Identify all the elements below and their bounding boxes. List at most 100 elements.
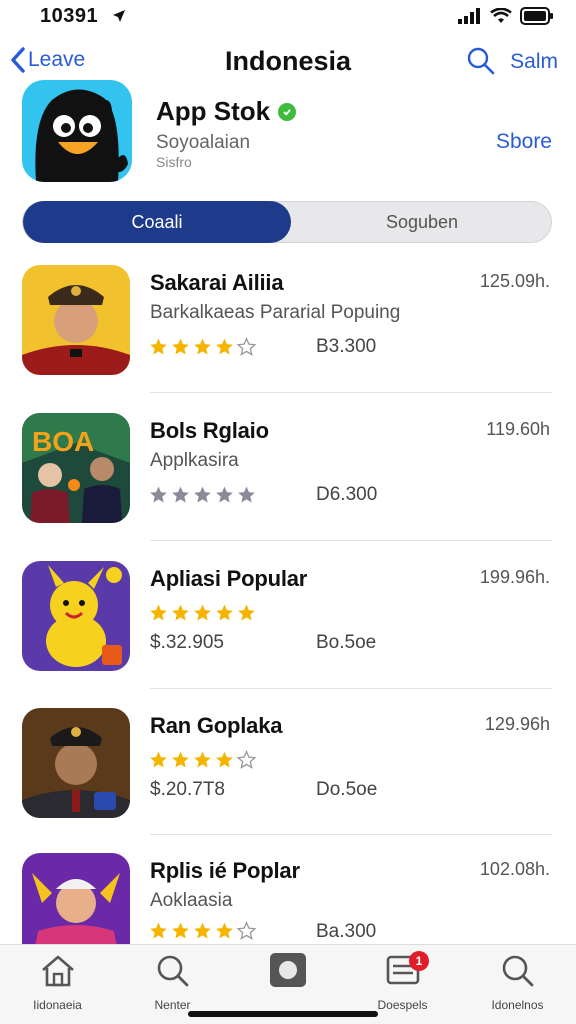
officer-portrait-icon (22, 265, 130, 375)
app-thumbnail: BOA (22, 413, 130, 523)
app-subtitle-secondary: Sisfro (156, 154, 192, 170)
svg-text:BOA: BOA (32, 426, 94, 457)
app-name: Sakarai Ailiia (150, 270, 284, 295)
back-button[interactable]: Leave (10, 46, 85, 74)
star-icon (216, 922, 233, 939)
app-name: App Stok (156, 96, 297, 127)
list-item[interactable]: Rplis ié Poplar Aoklaasia Ba.300 102.08h… (0, 853, 576, 945)
star-icon (172, 338, 189, 355)
app-subtitle: Aoklaasia (150, 890, 233, 911)
app-price: $.32.905 (150, 632, 224, 653)
app-name: Ran Goplaka (150, 713, 283, 738)
officer-portrait-icon (22, 708, 130, 818)
star-rating (148, 921, 257, 941)
star-rating (148, 337, 257, 357)
star-icon (216, 486, 233, 503)
star-icon (150, 751, 167, 768)
star-icon (172, 922, 189, 939)
app-thumbnail (22, 265, 130, 375)
tab-search-secondary[interactable]: Idonelnos (460, 953, 575, 1012)
star-icon (194, 486, 211, 503)
app-size: 102.08h. (479, 859, 550, 879)
star-rating (148, 603, 257, 623)
battery-icon (520, 7, 553, 25)
star-icon (194, 604, 211, 621)
tab-home[interactable]: Iidonaeia (0, 953, 115, 1012)
star-icon (150, 922, 167, 939)
app-subtitle: Barkalkaeas Pararial Popuing (150, 302, 401, 323)
star-icon (238, 604, 255, 621)
app-value: B3.300 (316, 336, 377, 357)
divider (150, 688, 552, 689)
wifi-icon (490, 8, 512, 23)
app-header: App Stok Soyoalaian Sisfro Sbore (0, 80, 576, 190)
app-value: Do.5oe (316, 779, 378, 800)
app-icon[interactable] (22, 80, 132, 182)
app-value: Bo.5oe (316, 632, 377, 653)
star-icon (236, 750, 257, 769)
nav-action-button[interactable]: Salm (510, 50, 558, 74)
app-subtitle: Applkasira (150, 450, 239, 471)
app-store-icon (269, 953, 306, 987)
star-rating (148, 750, 257, 770)
tab-bar: Iidonaeia Nenter 1 Doespels Idonelnos (0, 944, 576, 1024)
tab-app-store[interactable] (230, 953, 345, 998)
back-label: Leave (28, 48, 86, 71)
app-thumbnail (22, 561, 130, 671)
star-icon (150, 486, 167, 503)
status-indicators (458, 7, 554, 25)
status-time: 10391 (40, 5, 99, 27)
divider (150, 834, 552, 835)
signal-icon (458, 8, 480, 24)
status-bar: 10391 (0, 0, 576, 34)
star-icon (194, 751, 211, 768)
search-icon (157, 955, 188, 987)
yellow-creature-icon (22, 561, 130, 671)
list-item[interactable]: Sakarai Ailiia Barkalkaeas Pararial Popu… (0, 265, 576, 413)
tab-search[interactable]: Nenter (115, 953, 230, 1012)
app-name-text: App Stok (156, 96, 271, 126)
star-icon (172, 604, 189, 621)
app-size: 119.60h (486, 419, 550, 439)
location-arrow-icon (113, 10, 125, 22)
app-size: 129.96h (484, 714, 550, 734)
verified-icon (278, 102, 297, 121)
app-price: $.20.7T8 (150, 779, 225, 800)
chevron-left-icon (11, 47, 25, 73)
list-item[interactable]: BOA Bols Rglaio Applkasira D6.300 119.60… (0, 413, 576, 561)
star-icon (236, 921, 257, 940)
star-icon (216, 751, 233, 768)
star-icon (236, 337, 257, 356)
tab-label: Nenter (154, 998, 191, 1012)
star-icon (216, 604, 233, 621)
star-icon (194, 338, 211, 355)
star-icon (172, 751, 189, 768)
segment-second[interactable]: Soguben (291, 202, 553, 242)
star-icon (194, 922, 211, 939)
notification-badge: 1 (409, 951, 429, 971)
store-link[interactable]: Sbore (496, 130, 552, 154)
star-icon (216, 338, 233, 355)
tab-updates[interactable]: 1 Doespels (345, 951, 460, 1012)
divider (150, 392, 552, 393)
list-item[interactable]: Apliasi Popular $.32.905 Bo.5oe 199.96h. (0, 561, 576, 709)
character-portrait-icon (22, 853, 130, 945)
app-subtitle: Soyoalaian (156, 132, 251, 153)
app-name: Apliasi Popular (150, 566, 308, 591)
tab-label: Idonelnos (491, 998, 544, 1012)
tab-label: Iidonaeia (33, 998, 82, 1012)
app-name: Rplis ié Poplar (150, 858, 300, 883)
app-size: 199.96h. (479, 567, 550, 587)
tab-label: Doespels (377, 998, 428, 1012)
mascot-icon (35, 89, 128, 182)
app-value: Ba.300 (316, 921, 377, 942)
star-icon (150, 604, 167, 621)
segment-first[interactable]: Coaali (23, 201, 291, 243)
app-value: D6.300 (316, 484, 378, 505)
search-button[interactable] (466, 46, 496, 81)
home-icon (41, 955, 74, 987)
search-icon (467, 47, 495, 75)
game-characters-icon: BOA (22, 413, 130, 523)
star-rating (148, 485, 257, 505)
navigation-bar: Leave Indonesia Salm (0, 38, 576, 86)
